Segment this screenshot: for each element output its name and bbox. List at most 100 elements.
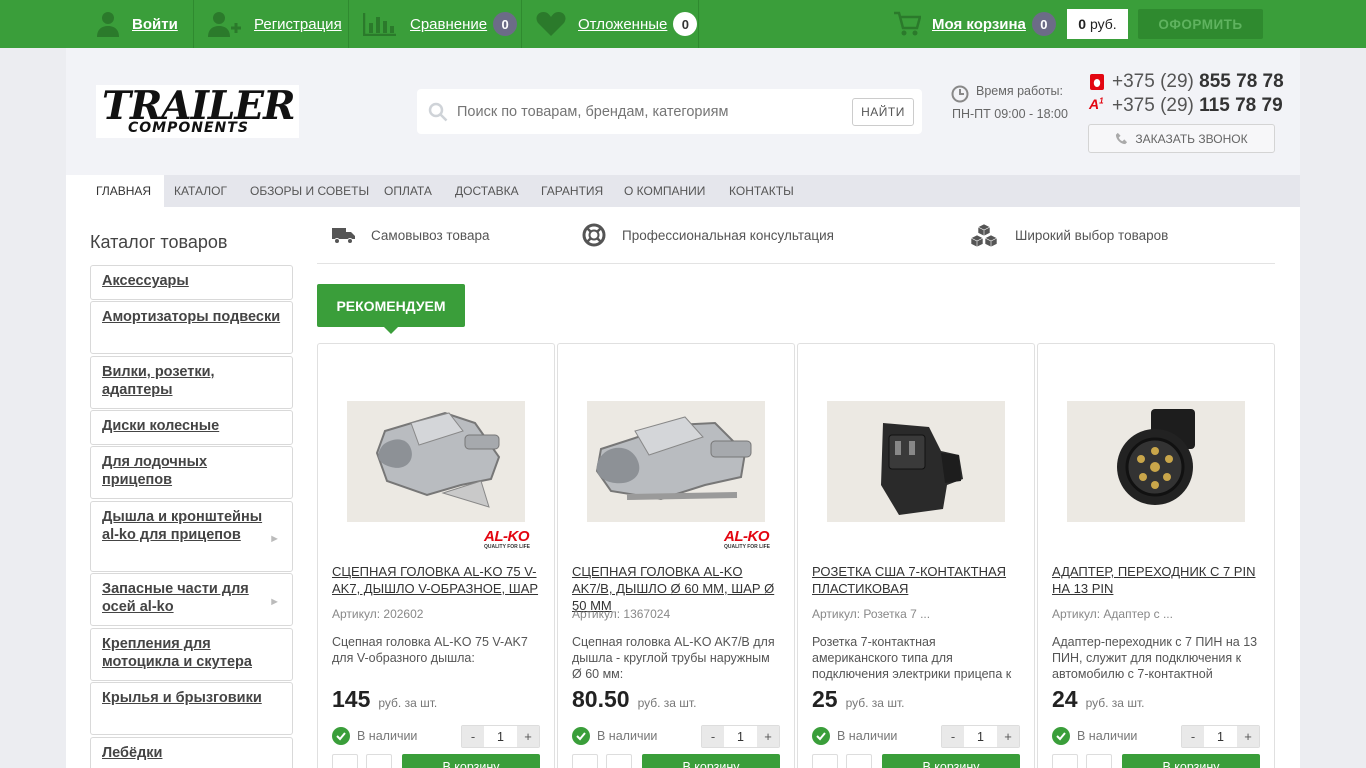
compare-link[interactable]: Сравнение 0 [363, 0, 518, 48]
register-link[interactable]: Регистрация [207, 0, 342, 48]
wishlist-button[interactable] [366, 754, 392, 768]
nav-item-about[interactable]: О КОМПАНИИ [611, 175, 718, 207]
search-input[interactable] [457, 99, 837, 124]
deferred-link[interactable]: Отложенные 0 [536, 0, 698, 48]
search-button[interactable]: НАЙТИ [852, 98, 914, 126]
nav-item-payment[interactable]: ОПЛАТА [371, 175, 445, 207]
add-to-cart-button[interactable]: В корзину [402, 754, 540, 768]
sidebar-category[interactable]: Для лодочных прицепов [90, 446, 293, 499]
decrease-button[interactable]: - [462, 726, 484, 747]
callback-label: ЗАКАЗАТЬ ЗВОНОК [1135, 131, 1248, 146]
increase-button[interactable]: + [997, 726, 1019, 747]
price-value: 24 [1052, 686, 1078, 712]
sidebar-category[interactable]: Диски колесные [90, 410, 293, 445]
sidebar-category[interactable]: Дышла и кронштейны al-ko для прицепов ► [90, 501, 293, 572]
product-article: Артикул: 202602 [332, 607, 424, 621]
quantity-value[interactable]: 1 [484, 726, 517, 747]
feature-pickup: Самовывоз товара [332, 220, 489, 250]
quantity-value[interactable]: 1 [964, 726, 997, 747]
nav-item-warranty[interactable]: ГАРАНТИЯ [528, 175, 616, 207]
stock-label: В наличии [1077, 729, 1138, 743]
quantity-value[interactable]: 1 [724, 726, 757, 747]
cart-link[interactable]: Моя корзина 0 [893, 0, 1056, 48]
check-icon [1052, 727, 1070, 745]
divider [348, 0, 349, 48]
feature-consult: Профессиональная консультация [582, 220, 834, 250]
sidebar-category[interactable]: Запасные части для осей al-ko ► [90, 573, 293, 626]
product-price: 24 руб. за шт. [1052, 686, 1144, 713]
decrease-button[interactable]: - [1182, 726, 1204, 747]
truck-icon [332, 228, 355, 244]
chevron-right-icon: ► [269, 532, 280, 545]
mts-logo-icon [1090, 74, 1104, 90]
nav-item-delivery[interactable]: ДОСТАВКА [442, 175, 532, 207]
callback-button[interactable]: ЗАКАЗАТЬ ЗВОНОК [1088, 124, 1275, 153]
nav-item-reviews[interactable]: ОБЗОРЫ И СОВЕТЫ [237, 175, 382, 207]
site-logo[interactable]: TRAILER COMPONENTS [96, 83, 299, 138]
stock-label: В наличии [837, 729, 898, 743]
quantity-value[interactable]: 1 [1204, 726, 1237, 747]
decrease-button[interactable]: - [702, 726, 724, 747]
add-to-cart-button[interactable]: В корзину [642, 754, 780, 768]
stock-status: В наличии [572, 727, 657, 745]
product-title[interactable]: Сцепная головка AL-KO 75 V-AK7, дышло V-… [332, 563, 542, 597]
sidebar-category[interactable]: Лебёдки [90, 737, 293, 768]
socket-image [881, 423, 963, 515]
increase-button[interactable]: + [517, 726, 539, 747]
sidebar-category[interactable]: Крылья и брызговики [90, 682, 293, 735]
deferred-count-badge: 0 [673, 12, 698, 36]
increase-button[interactable]: + [1237, 726, 1259, 747]
product-article: Артикул: 1367024 [572, 607, 671, 621]
feature-label: Профессиональная консультация [622, 227, 834, 243]
category-label: Диски колесные [102, 418, 220, 434]
feature-label: Широкий выбор товаров [1015, 227, 1169, 243]
tab-recommend[interactable]: РЕКОМЕНДУЕМ [317, 284, 465, 327]
compare-button[interactable] [812, 754, 838, 768]
product-image[interactable] [1067, 401, 1245, 522]
wishlist-button[interactable] [846, 754, 872, 768]
compare-button[interactable] [1052, 754, 1078, 768]
brand-name: AL-KO [484, 528, 530, 545]
sidebar-category[interactable]: Вилки, розетки, адаптеры [90, 356, 293, 409]
cart-button-label: В корзину [1162, 760, 1220, 768]
category-label: Амортизаторы подвески [102, 309, 281, 325]
login-link[interactable]: Войти [96, 0, 178, 48]
nav-item-home[interactable]: ГЛАВНАЯ [83, 175, 165, 207]
sidebar-category[interactable]: Крепления для мотоцикла и скутера [90, 628, 293, 681]
sidebar-category[interactable]: Амортизаторы подвески [90, 301, 293, 354]
increase-button[interactable]: + [757, 726, 779, 747]
product-title[interactable]: Розетка США 7-контактная пластиковая [812, 563, 1022, 597]
register-label: Регистрация [254, 15, 342, 33]
wishlist-button[interactable] [606, 754, 632, 768]
product-image[interactable] [827, 401, 1005, 522]
compare-button[interactable] [572, 754, 598, 768]
category-label: Крылья и брызговики [102, 690, 262, 706]
user-icon [97, 12, 119, 37]
cart-icon [894, 11, 921, 36]
chevron-right-icon: ► [269, 595, 280, 608]
compare-button[interactable] [332, 754, 358, 768]
sidebar-category[interactable]: Аксессуары [90, 265, 293, 300]
product-image[interactable] [347, 401, 525, 522]
nav-item-catalog[interactable]: КАТАЛОГ [161, 175, 240, 207]
add-to-cart-button[interactable]: В корзину [882, 754, 1020, 768]
divider [698, 0, 699, 48]
add-to-cart-button[interactable]: В корзину [1122, 754, 1260, 768]
quantity-stepper: -1 + [941, 725, 1020, 748]
phone-2[interactable]: +375 (29) 115 78 79 [1112, 95, 1283, 117]
quantity-stepper: -1 + [1181, 725, 1260, 748]
nav-item-contacts[interactable]: КОНТАКТЫ [716, 175, 807, 207]
phone-1-prefix: +375 (29) [1112, 71, 1194, 92]
stock-status: В наличии [332, 727, 417, 745]
heart-icon [536, 12, 566, 36]
phone-1[interactable]: +375 (29) 855 78 78 [1112, 71, 1284, 93]
checkout-button[interactable]: ОФОРМИТЬ [1138, 9, 1263, 39]
product-image[interactable] [587, 401, 765, 522]
work-hours: ПН-ПТ 09:00 - 18:00 [952, 107, 1068, 121]
work-label: Время работы: [976, 84, 1063, 98]
main-nav: ГЛАВНАЯ КАТАЛОГ ОБЗОРЫ И СОВЕТЫ ОПЛАТА Д… [83, 175, 1300, 207]
product-title[interactable]: Адаптер, переходник с 7 PIN на 13 PIN [1052, 563, 1262, 597]
decrease-button[interactable]: - [942, 726, 964, 747]
cart-label: Моя корзина [932, 15, 1026, 33]
wishlist-button[interactable] [1086, 754, 1112, 768]
